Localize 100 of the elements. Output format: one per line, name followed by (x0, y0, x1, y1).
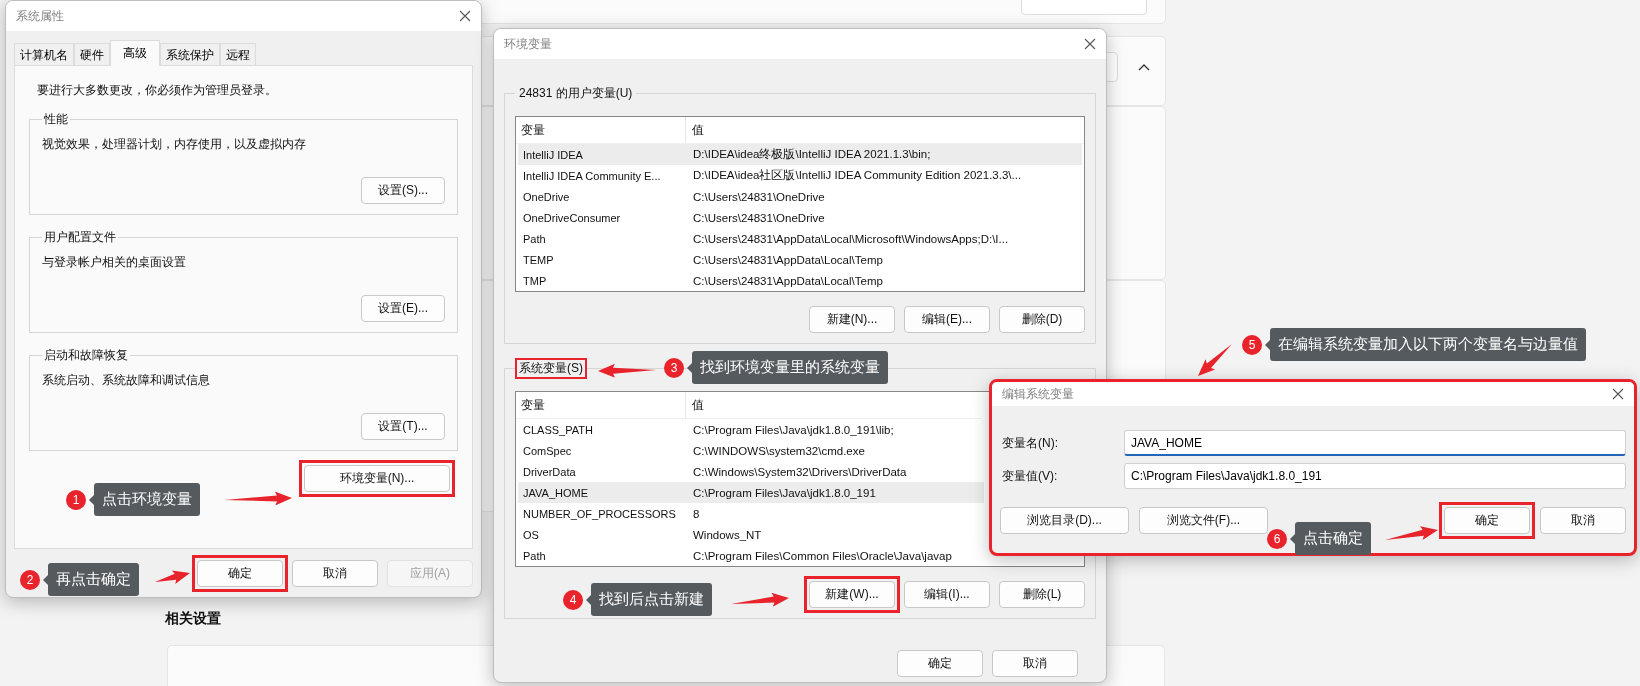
column-header[interactable]: 变量 (516, 117, 686, 143)
list-row[interactable]: Path C:\Program Files\Common Files\Oracle\Java\javap (518, 545, 984, 566)
list-button[interactable]: 新建(N)... (809, 306, 895, 333)
callout-text: 找到后点击新建 (591, 583, 712, 616)
list-row[interactable]: OneDrive C:\Users\24831\OneDrive (518, 186, 1082, 207)
variable-name: ComSpec (522, 444, 573, 457)
variable-value: C:\Program Files\Java\jdk1.8.0_191\lib; (692, 423, 895, 436)
group-description: 视觉效果，处理器计划，内存使用，以及虚拟内存 (42, 136, 307, 153)
callout-pointer (586, 594, 591, 605)
variable-value: C:\WINDOWS\system32\cmd.exe (692, 444, 866, 457)
tab[interactable]: 高级 (110, 40, 160, 66)
list-row[interactable]: OneDriveConsumer C:\Users\24831\OneDrive (518, 207, 1082, 228)
list-row[interactable]: CLASS_PATH C:\Program Files\Java\jdk1.8.0_191\lib; (518, 419, 984, 440)
dialog-button[interactable]: 确定 (897, 650, 983, 677)
callout-pointer (1265, 339, 1270, 350)
group-description: 与登录帐户相关的桌面设置 (42, 254, 187, 271)
tab[interactable]: 系统保护 (160, 43, 220, 65)
close-icon[interactable] (459, 10, 471, 22)
browse-button[interactable]: 浏览目录(D)... (1000, 507, 1129, 534)
callout-pointer (687, 362, 692, 373)
tab[interactable]: 远程 (220, 43, 256, 65)
environment-variables-button[interactable]: 环境变量(N)... (304, 465, 450, 492)
list-button[interactable]: 删除(D) (999, 306, 1085, 333)
list-row[interactable]: ComSpec C:\WINDOWS\system32\cmd.exe (518, 440, 984, 461)
callout-text: 点击确定 (1295, 522, 1371, 555)
dialog-button[interactable]: 取消 (292, 560, 378, 587)
window-title: 系统属性 (16, 7, 64, 25)
variable-name: OneDrive (522, 190, 571, 203)
callout-text: 点击环境变量 (94, 483, 200, 516)
callout-pointer (43, 574, 48, 585)
variable-value: C:\Windows\System32\Drivers\DriverData (692, 465, 908, 478)
input-field[interactable]: C:\Program Files\Java\jdk1.8.0_191 (1124, 463, 1626, 489)
section-heading: 相关设置 (165, 610, 221, 628)
callout-pointer (89, 494, 94, 505)
tab[interactable]: 硬件 (74, 43, 110, 65)
dialog-button[interactable]: 确定 (1444, 507, 1530, 534)
list-row[interactable]: NUMBER_OF_PROCESSORS 8 (518, 503, 984, 524)
notice-text: 要进行大多数更改，你必须作为管理员登录。 (37, 82, 278, 99)
group-title: 系统变量(S) (515, 358, 587, 379)
list-row[interactable]: DriverData C:\Windows\System32\Drivers\DriverData (518, 461, 984, 482)
variable-name: JAVA_HOME (522, 486, 589, 499)
variable-value: D:\IDEA\idea社区版\IntelliJ IDEA Community Edition 2021.3.3\... (692, 168, 1023, 183)
column-header[interactable]: 值 (686, 392, 982, 418)
list-row[interactable]: Path C:\Users\24831\AppData\Local\Microsoft\WindowsApps;D:\I... (518, 228, 1082, 249)
list-button[interactable]: 删除(L) (999, 581, 1085, 608)
variable-name: TEMP (522, 253, 555, 266)
list-row[interactable]: JAVA_HOME C:\Program Files\Java\jdk1.8.0_191 (518, 482, 984, 503)
column-header[interactable]: 值 (686, 117, 1084, 143)
variable-name: TMP (522, 274, 548, 287)
list-row[interactable]: IntelliJ IDEA D:\IDEA\idea终极版\IntelliJ IDEA 2021.1.3\bin; (518, 144, 1082, 165)
variable-name: OS (522, 528, 540, 541)
group-title: 用户配置文件 (43, 229, 117, 246)
list-row[interactable]: TEMP C:\Users\24831\AppData\Local\Temp (518, 249, 1082, 270)
group-description: 系统启动、系统故障和调试信息 (42, 372, 211, 389)
field-label: 变量值(V): (1001, 467, 1059, 485)
variable-value: C:\Users\24831\AppData\Local\Microsoft\WindowsApps;D:\I... (692, 232, 1010, 245)
step-number-badge: 5 (1242, 334, 1262, 355)
close-icon[interactable] (1084, 38, 1096, 50)
variable-name: DriverData (522, 465, 577, 478)
column-header[interactable]: 变量 (516, 392, 686, 418)
variable-name: IntelliJ IDEA Community E... (522, 169, 662, 182)
list-button[interactable]: 编辑(E)... (904, 306, 990, 333)
variable-name: OneDriveConsumer (522, 211, 622, 224)
list-button[interactable]: 编辑(I)... (904, 581, 990, 608)
tab[interactable]: 计算机名 (14, 43, 74, 65)
variable-name: Path (522, 232, 547, 245)
variable-name: NUMBER_OF_PROCESSORS (522, 507, 677, 520)
variable-name: CLASS_PATH (522, 423, 594, 436)
list-row[interactable]: IntelliJ IDEA Community E... D:\IDEA\idea社区版\IntelliJ IDEA Community Edition 2021.3.3\... (518, 165, 1082, 186)
settings-button[interactable]: 设置(S)... (361, 177, 445, 204)
callout-text: 找到环境变量里的系统变量 (692, 351, 888, 384)
window-title: 编辑系统变量 (1002, 385, 1074, 403)
chevron-up-icon[interactable] (1138, 63, 1150, 71)
dialog-button[interactable]: 取消 (1540, 507, 1626, 534)
settings-button[interactable]: 设置(T)... (361, 413, 445, 440)
callout-pointer (1290, 533, 1295, 544)
callout-text: 在编辑系统变量加入以下两个变量名与边量值 (1270, 328, 1586, 361)
list-button[interactable]: 新建(W)... (809, 581, 895, 608)
variable-value: C:\Program Files\Common Files\Oracle\Java\javap (692, 549, 953, 562)
group-title: 性能 (43, 111, 69, 128)
settings-button[interactable]: 设置(E)... (361, 295, 445, 322)
field-label: 变量名(N): (1001, 434, 1059, 452)
variable-value: Windows_NT (692, 528, 763, 541)
variable-value: C:\Users\24831\OneDrive (692, 211, 826, 224)
browse-button[interactable]: 浏览文件(F)... (1139, 507, 1268, 534)
variable-value: C:\Program Files\Java\jdk1.8.0_191 (692, 486, 877, 499)
window-title: 环境变量 (504, 35, 552, 53)
group-title: 24831 的用户变量(U) (518, 85, 634, 102)
variable-name: Path (522, 549, 547, 562)
list-row[interactable]: TMP C:\Users\24831\AppData\Local\Temp (518, 270, 1082, 291)
dialog-button[interactable]: 取消 (992, 650, 1078, 677)
variable-name: IntelliJ IDEA (522, 148, 584, 161)
variable-value: C:\Users\24831\AppData\Local\Temp (692, 274, 884, 287)
input-field[interactable]: JAVA_HOME (1124, 430, 1626, 456)
variable-value: C:\Users\24831\OneDrive (692, 190, 826, 203)
variable-value: D:\IDEA\idea终极版\IntelliJ IDEA 2021.1.3\bin; (692, 147, 932, 162)
dialog-button[interactable]: 确定 (197, 560, 283, 587)
callout-text: 再点击确定 (48, 563, 139, 596)
list-row[interactable]: OS Windows_NT (518, 524, 984, 545)
close-icon[interactable] (1612, 388, 1624, 400)
